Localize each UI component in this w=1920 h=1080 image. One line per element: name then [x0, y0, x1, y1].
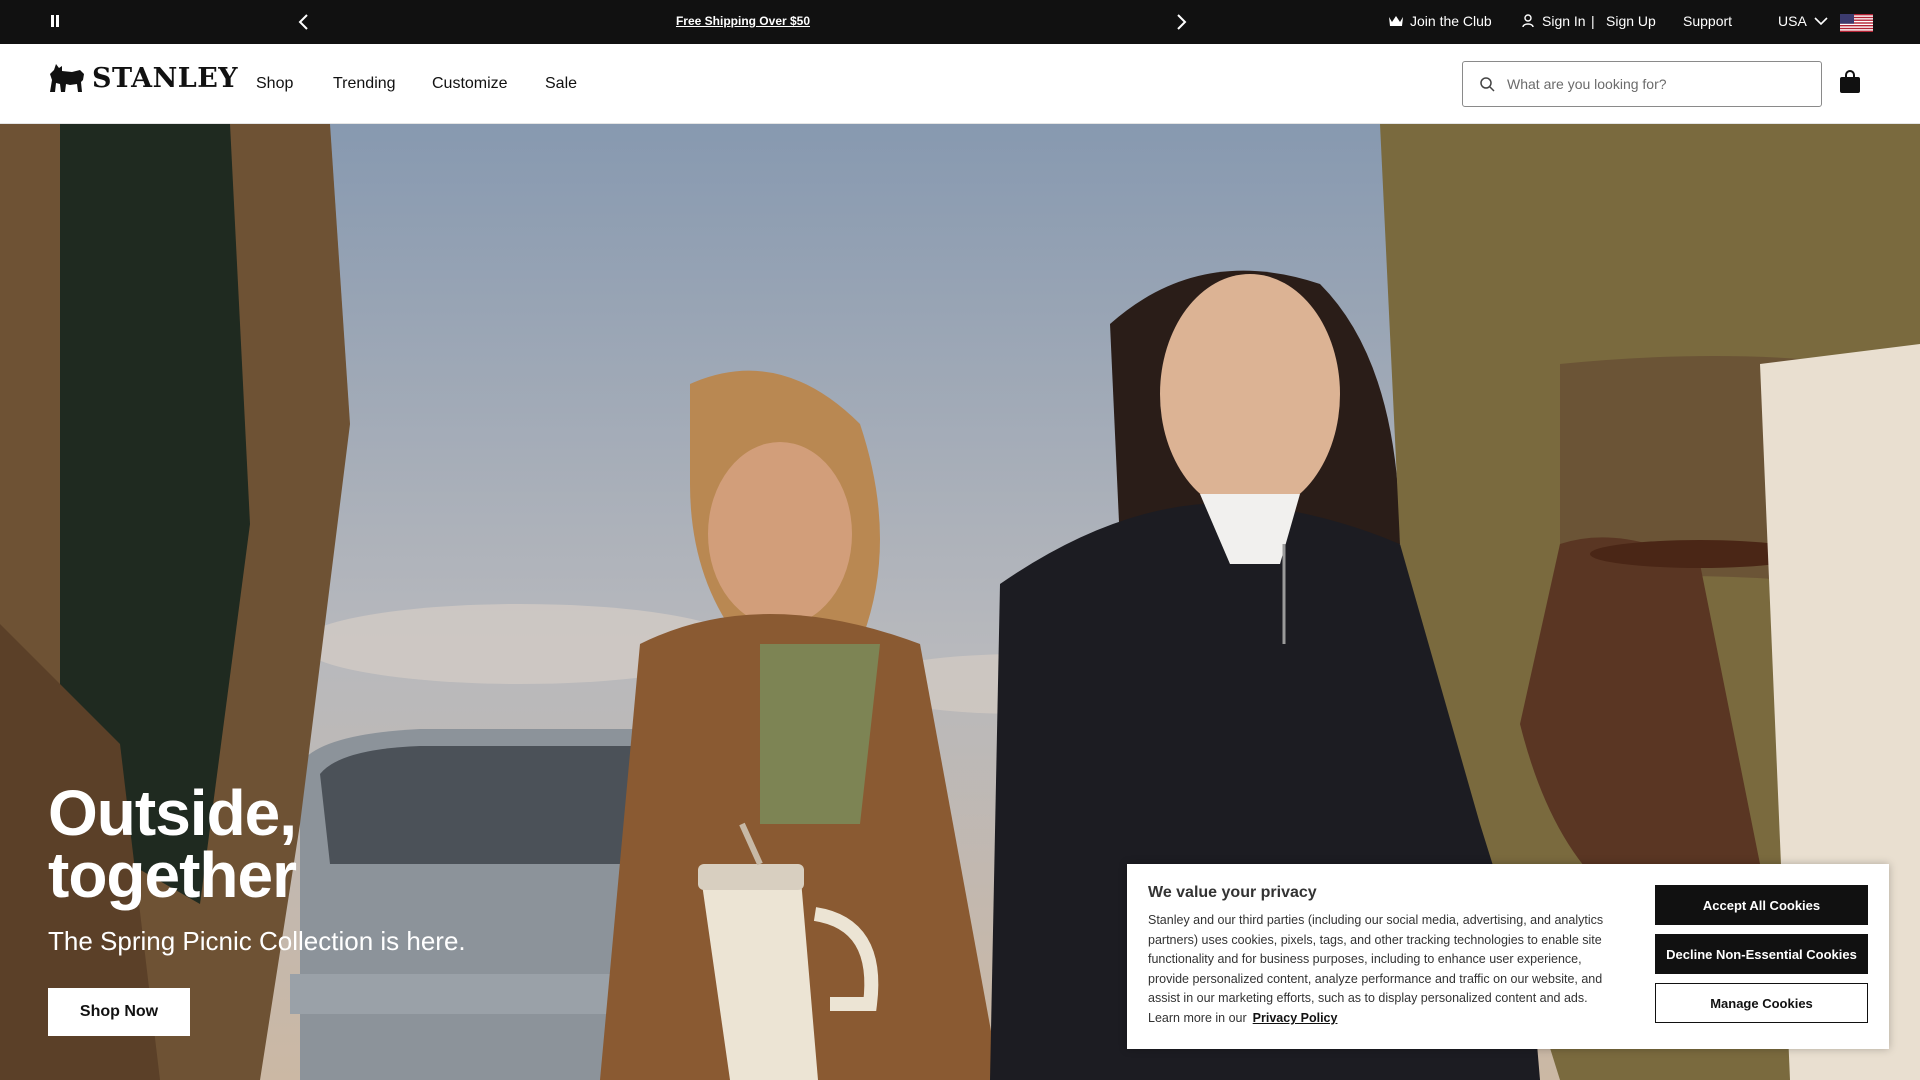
sign-up-link[interactable]: Sign Up [1606, 13, 1656, 29]
chevron-left-icon[interactable] [294, 12, 314, 32]
user-icon [1522, 14, 1534, 28]
cookie-consent-banner: We value your privacy Stanley and our th… [1127, 864, 1889, 1049]
nav-customize[interactable]: Customize [432, 75, 508, 93]
join-club-link[interactable]: Join the Club [1388, 13, 1492, 29]
cookie-body-text: Stanley and our third parties (including… [1148, 913, 1604, 1025]
country-label: USA [1778, 13, 1807, 29]
nav-shop[interactable]: Shop [256, 75, 293, 93]
sign-in-link[interactable]: Sign In [1520, 13, 1586, 29]
privacy-policy-link[interactable]: Privacy Policy [1253, 1011, 1338, 1025]
site-header: STANLEY Shop Trending Customize Sale [0, 44, 1920, 124]
support-link[interactable]: Support [1683, 13, 1732, 29]
join-club-label: Join the Club [1410, 13, 1492, 29]
chevron-right-icon[interactable] [1171, 12, 1191, 32]
hero-title-line-1: Outside, [48, 777, 297, 849]
divider: | [1591, 13, 1595, 29]
promo-link[interactable]: Free Shipping Over $50 [600, 14, 886, 28]
stanley-logo[interactable]: STANLEY [48, 62, 238, 94]
accept-all-cookies-button[interactable]: Accept All Cookies [1655, 885, 1868, 925]
search-box[interactable] [1462, 61, 1822, 107]
shopping-bag-icon[interactable] [1839, 70, 1861, 94]
cookie-body: Stanley and our third parties (including… [1148, 911, 1618, 1029]
chevron-down-icon [1814, 17, 1828, 26]
sign-in-label: Sign In [1542, 13, 1586, 29]
nav-trending[interactable]: Trending [333, 75, 396, 93]
decline-cookies-button[interactable]: Decline Non-Essential Cookies [1655, 934, 1868, 974]
bear-logo-icon [50, 64, 84, 92]
pause-icon[interactable] [48, 14, 62, 30]
manage-cookies-button[interactable]: Manage Cookies [1655, 983, 1868, 1023]
us-flag-icon[interactable] [1840, 14, 1873, 32]
shop-now-button[interactable]: Shop Now [48, 988, 190, 1036]
announcement-bar: Free Shipping Over $50 Join the Club Sig… [0, 0, 1920, 44]
hero-subtitle: The Spring Picnic Collection is here. [48, 926, 466, 956]
crown-icon [1389, 16, 1403, 26]
nav-sale[interactable]: Sale [545, 75, 577, 93]
search-icon [1480, 77, 1495, 92]
hero-title: Outside, together [48, 777, 297, 911]
cookie-title: We value your privacy [1148, 884, 1317, 901]
logo-wordmark: STANLEY [92, 62, 239, 94]
country-selector[interactable]: USA [1778, 13, 1829, 29]
hero-title-line-2: together [48, 839, 297, 911]
search-input[interactable] [1507, 76, 1797, 92]
